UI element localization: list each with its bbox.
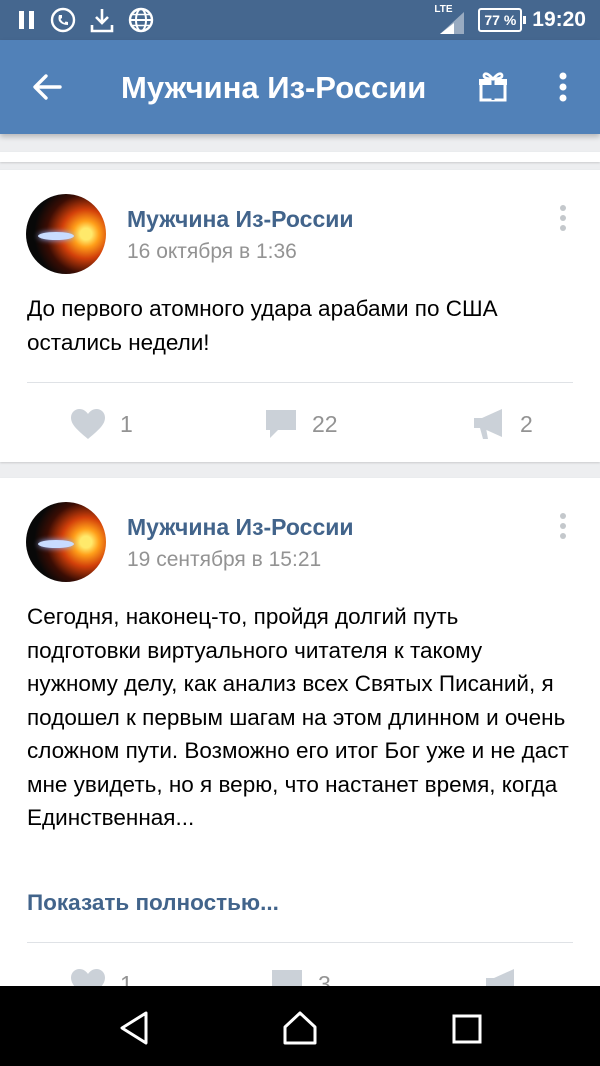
comment-button[interactable]: 22 (264, 408, 338, 440)
like-count: 1 (120, 410, 133, 437)
pause-icon (19, 11, 34, 29)
status-icons-right: LTE 77 % 19:20 (434, 4, 586, 34)
repost-count: 2 (520, 410, 533, 437)
divider (27, 942, 573, 943)
signal-icon: LTE (434, 4, 468, 34)
repost-button[interactable]: 2 (472, 408, 533, 440)
post-author[interactable]: Мужчина Из-России (127, 514, 354, 541)
status-bar: LTE 77 % 19:20 (0, 0, 600, 40)
app-bar: Мужчина Из-России (0, 40, 600, 134)
post-menu-icon[interactable] (558, 204, 568, 234)
status-icons-left (18, 7, 154, 33)
battery-level: 77 % (484, 12, 517, 28)
show-more-link[interactable]: Показать полностью... (27, 890, 279, 916)
home-icon[interactable] (282, 1010, 318, 1046)
download-icon (90, 9, 114, 33)
megaphone-icon (474, 409, 502, 439)
post-text: До первого атомного удара арабами по США… (27, 296, 498, 355)
back-triangle-icon[interactable] (118, 1010, 150, 1046)
navigation-bar (0, 986, 600, 1066)
gift-icon[interactable] (478, 70, 508, 102)
call-icon (50, 7, 76, 33)
post-card: Мужчина Из-России 16 октября в 1:36 До п… (0, 170, 600, 462)
avatar[interactable] (26, 502, 106, 582)
post-card: Мужчина Из-России 19 сентября в 15:21 Се… (0, 478, 600, 1018)
globe-icon (128, 7, 154, 33)
post-author[interactable]: Мужчина Из-России (127, 206, 354, 233)
page-title: Мужчина Из-России (121, 70, 427, 105)
comment-count: 22 (312, 410, 338, 437)
post-date[interactable]: 19 сентября в 15:21 (127, 548, 321, 572)
divider (27, 382, 573, 383)
avatar[interactable] (26, 194, 106, 274)
back-arrow-icon[interactable] (30, 70, 64, 104)
more-vertical-icon[interactable] (552, 72, 574, 104)
recents-icon[interactable] (452, 1014, 482, 1044)
feed-top-edge (0, 152, 600, 162)
post-date[interactable]: 16 октября в 1:36 (127, 240, 297, 264)
battery-indicator: 77 % (478, 8, 527, 32)
like-button[interactable]: 1 (70, 408, 133, 440)
comment-icon (266, 410, 296, 438)
post-text: Сегодня, наконец-то, пройдя долгий путь … (27, 604, 569, 830)
post-menu-icon[interactable] (558, 512, 568, 542)
heart-icon (71, 409, 105, 439)
clock: 19:20 (532, 8, 586, 31)
